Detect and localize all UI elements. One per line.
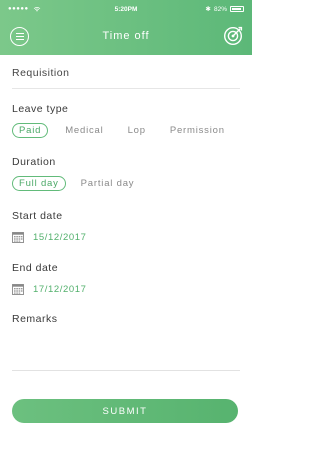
leave-type-section: Leave type Paid Medical Lop Permission xyxy=(12,103,240,138)
duration-option-partial-day[interactable]: Partial day xyxy=(74,176,142,191)
leave-type-options: Paid Medical Lop Permission xyxy=(12,123,240,138)
battery-icon xyxy=(230,6,244,12)
submit-button[interactable]: SUBMIT xyxy=(12,399,238,423)
end-date-label: End date xyxy=(12,262,59,274)
leave-option-medical[interactable]: Medical xyxy=(58,123,110,138)
duration-section: Duration Full day Partial day xyxy=(12,156,240,191)
requisition-field[interactable]: Requisition xyxy=(12,67,240,79)
start-date-value: 15/12/2017 xyxy=(33,231,87,243)
leave-option-permission[interactable]: Permission xyxy=(163,123,232,138)
leave-option-paid[interactable]: Paid xyxy=(12,123,49,138)
duration-option-full-day[interactable]: Full day xyxy=(12,176,66,191)
remarks-underline xyxy=(12,370,240,371)
remarks-field[interactable]: Remarks xyxy=(12,313,240,325)
duration-label: Duration xyxy=(12,156,56,168)
end-date-picker[interactable]: 17/12/2017 xyxy=(12,283,240,295)
start-date-section: Start date 15/12/2017 xyxy=(12,210,240,243)
leave-type-label: Leave type xyxy=(12,103,69,115)
duration-options: Full day Partial day xyxy=(12,176,240,191)
status-time: 5:20PM xyxy=(114,5,138,13)
page-title: Time off xyxy=(102,30,150,42)
requisition-underline xyxy=(12,88,240,89)
end-date-value: 17/12/2017 xyxy=(33,283,87,295)
calendar-icon xyxy=(12,232,24,243)
app-header: ●●●●● 5:20PM ✱ 82% Time off xyxy=(0,0,252,55)
remarks-label: Remarks xyxy=(12,313,58,325)
target-icon[interactable] xyxy=(223,26,243,46)
calendar-icon xyxy=(12,284,24,295)
requisition-label: Requisition xyxy=(12,67,70,79)
start-date-label: Start date xyxy=(12,210,63,222)
start-date-picker[interactable]: 15/12/2017 xyxy=(12,231,240,243)
leave-option-lop[interactable]: Lop xyxy=(121,123,153,138)
end-date-section: End date 17/12/2017 xyxy=(12,262,240,295)
nav-bar: Time off xyxy=(0,22,252,52)
status-bar: ●●●●● 5:20PM ✱ 82% xyxy=(0,0,252,18)
